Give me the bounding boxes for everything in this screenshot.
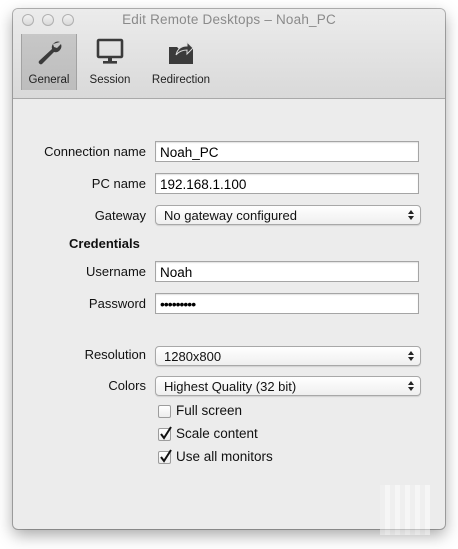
- connection-name-label: Connection name: [44, 144, 146, 159]
- full-screen-label: Full screen: [176, 403, 243, 418]
- checkmark-icon: [160, 449, 172, 463]
- password-label: Password: [88, 296, 146, 311]
- tab-session[interactable]: Session: [81, 34, 139, 90]
- tab-session-label: Session: [89, 74, 131, 86]
- scale-content-checkbox-box[interactable]: [158, 426, 172, 441]
- credentials-heading: Credentials: [69, 236, 140, 251]
- window-title: Edit Remote Desktops – Noah_PC: [122, 12, 336, 27]
- tab-general[interactable]: General: [21, 34, 77, 90]
- gateway-select-value: No gateway configured: [164, 208, 297, 223]
- tab-redirection-label: Redirection: [151, 74, 211, 86]
- username-field[interactable]: Noah: [155, 261, 419, 282]
- resolution-select[interactable]: 1280x800: [155, 346, 421, 366]
- colors-select[interactable]: Highest Quality (32 bit): [155, 376, 421, 396]
- use-all-monitors-label: Use all monitors: [176, 449, 273, 464]
- checkmark-icon: [160, 426, 172, 440]
- pc-name-field[interactable]: 192.168.1.100: [155, 173, 419, 194]
- general-settings-panel: Connection name Noah_PC PC name 192.168.…: [13, 99, 445, 529]
- compression-artifact: [380, 485, 430, 535]
- monitor-icon: [96, 38, 124, 64]
- resolution-select-value: 1280x800: [164, 349, 222, 364]
- folder-redirect-icon: [169, 40, 194, 64]
- resolution-label: Resolution: [84, 347, 146, 362]
- colors-select-value: Highest Quality (32 bit): [164, 379, 297, 394]
- scale-content-label: Scale content: [176, 426, 258, 441]
- toolbar: Edit Remote Desktops – Noah_PC General S…: [13, 9, 445, 99]
- gateway-label: Gateway: [94, 208, 146, 223]
- updown-arrows-icon: [408, 351, 414, 361]
- colors-label: Colors: [108, 378, 146, 393]
- updown-arrows-icon: [408, 210, 414, 220]
- updown-arrows-icon: [408, 381, 414, 391]
- wrench-icon: [38, 41, 62, 65]
- edit-remote-desktop-window: Edit Remote Desktops – Noah_PC General S…: [13, 9, 445, 529]
- gateway-select[interactable]: No gateway configured: [155, 205, 421, 225]
- password-field[interactable]: •••••••••: [155, 293, 419, 314]
- pc-name-label: PC name: [91, 176, 146, 191]
- tab-general-label: General: [28, 74, 70, 86]
- use-all-monitors-checkbox-box[interactable]: [158, 449, 172, 464]
- connection-name-field[interactable]: Noah_PC: [155, 141, 419, 162]
- username-label: Username: [86, 264, 146, 279]
- full-screen-checkbox-box[interactable]: [158, 405, 171, 418]
- tab-redirection[interactable]: Redirection: [145, 34, 217, 90]
